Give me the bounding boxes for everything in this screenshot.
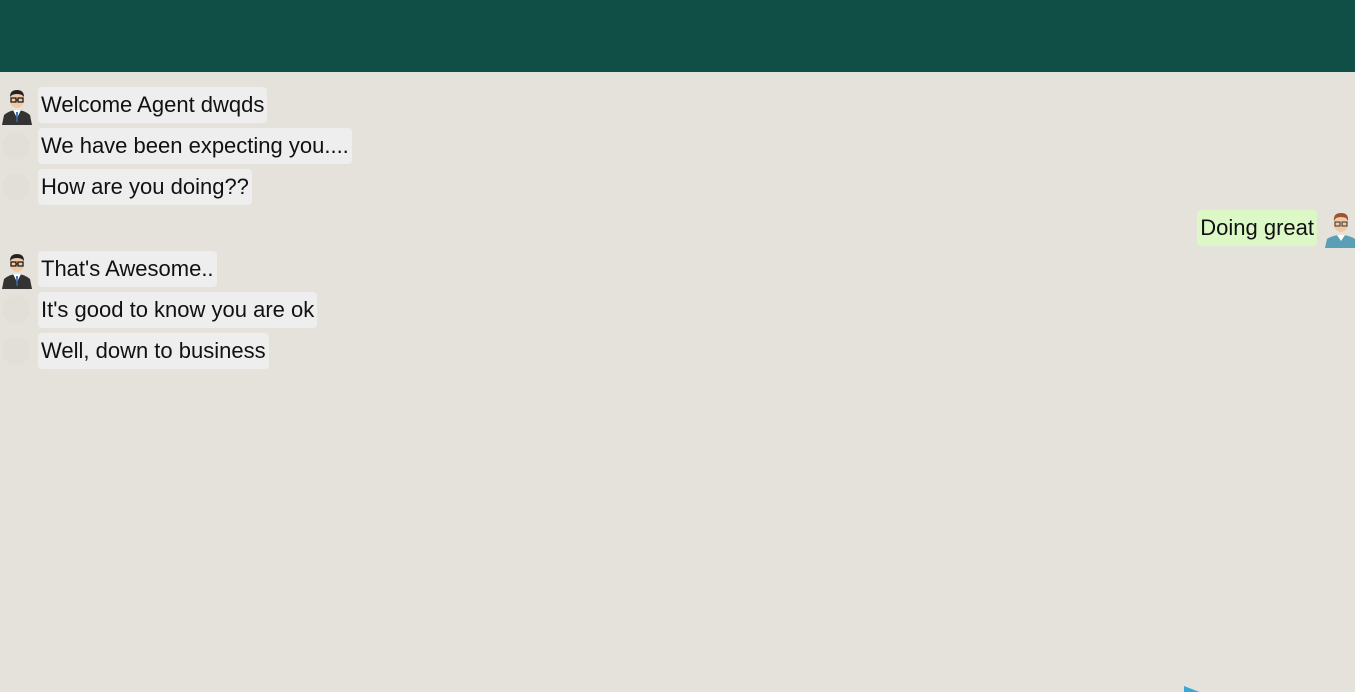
avatar-placeholder	[0, 126, 34, 166]
received-message: Well, down to business	[38, 333, 269, 369]
sent-message: Doing great	[1197, 210, 1317, 246]
avatar-placeholder	[0, 331, 34, 371]
chat-area: Welcome Agent dwqds We have been expecti…	[0, 72, 1355, 692]
message-row: How are you doing??	[0, 168, 252, 206]
agent-avatar-icon	[0, 249, 34, 289]
received-message: That's Awesome..	[38, 251, 217, 287]
message-row: Welcome Agent dwqds	[0, 85, 268, 125]
agent-avatar-icon	[0, 85, 34, 125]
avatar-placeholder	[0, 167, 34, 207]
message-row: That's Awesome..	[0, 249, 217, 289]
avatar-placeholder	[0, 290, 34, 330]
user-avatar-icon	[1321, 208, 1355, 248]
message-row: We have been expecting you....	[0, 127, 352, 165]
app-header	[0, 0, 1355, 72]
received-message: Welcome Agent dwqds	[38, 87, 268, 123]
message-row: Doing great	[1197, 208, 1355, 248]
message-row: It's good to know you are ok	[0, 290, 318, 330]
message-row: Well, down to business	[0, 332, 269, 370]
received-message: It's good to know you are ok	[38, 292, 318, 328]
received-message: We have been expecting you....	[38, 128, 352, 164]
send-icon[interactable]	[1180, 682, 1230, 692]
received-message: How are you doing??	[38, 169, 252, 205]
